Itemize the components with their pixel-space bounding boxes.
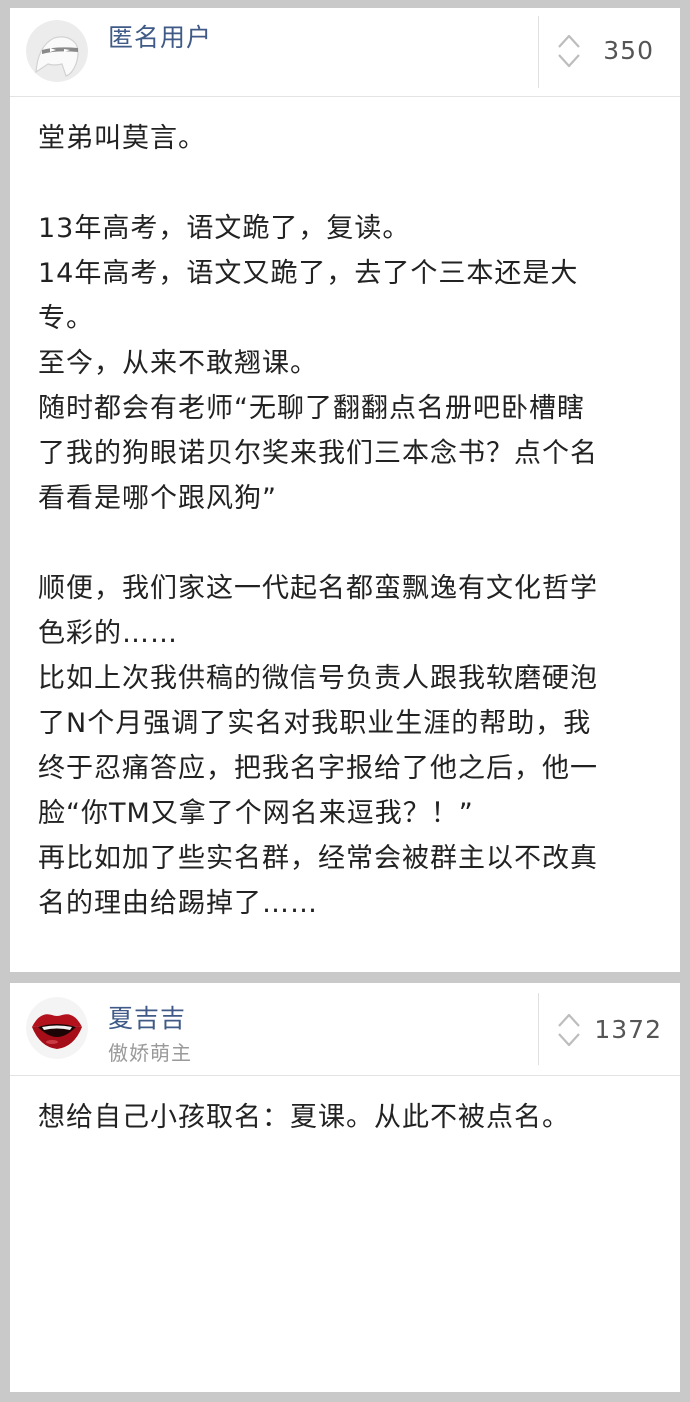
content-line: 专。: [38, 303, 94, 334]
content-line: 想给自己小孩取名：夏课。从此不被点名。: [38, 1102, 570, 1133]
author-name[interactable]: 夏吉吉: [108, 999, 186, 1035]
answer-header: 匿名用户 350: [10, 8, 680, 97]
content-line: 随时都会有老师“无聊了翻翻点名册吧卧槽瞎: [38, 393, 585, 424]
content-line: 了N个月强调了实名对我职业生涯的帮助，我: [38, 708, 592, 739]
content-line: 色彩的……: [38, 618, 178, 649]
content-blank-line: [38, 521, 660, 566]
content-line: 再比如加了些实名群，经常会被群主以不改真: [38, 843, 598, 874]
content-line: 比如上次我供稿的微信号负责人跟我软磨硬泡: [38, 663, 598, 694]
answer-card-1: 匿名用户 350 堂弟叫莫言。 13年高考，语文跪了，复读。 14年高考，语文又…: [10, 8, 680, 972]
content-line: 名的理由给踢掉了……: [38, 888, 318, 919]
content-line: 13年高考，语文跪了，复读。: [38, 213, 411, 244]
vote-count: 350: [603, 36, 654, 65]
divider: [538, 16, 539, 88]
answer-card-2: 夏吉吉 傲娇萌主 1372 想给自己小孩取名：夏课。从此不被点名。: [10, 983, 680, 1392]
divider: [538, 993, 539, 1065]
content-line: 14年高考，语文又跪了，去了个三本还是大: [38, 258, 579, 289]
vote-up-down-icon[interactable]: [556, 1011, 582, 1049]
content-line: 了我的狗眼诺贝尔奖来我们三本念书？点个名: [38, 438, 598, 469]
red-lips-avatar[interactable]: [26, 997, 88, 1059]
vote-up-down-icon[interactable]: [556, 32, 582, 70]
content-blank-line: [38, 161, 660, 206]
answer-header: 夏吉吉 傲娇萌主 1372: [10, 983, 680, 1076]
content-line: 看看是哪个跟风狗”: [38, 483, 277, 514]
author-title: 傲娇萌主: [108, 1041, 192, 1065]
answer-content: 想给自己小孩取名：夏课。从此不被点名。: [38, 1095, 660, 1140]
author-name[interactable]: 匿名用户: [108, 18, 212, 54]
anonymous-avatar[interactable]: [26, 20, 88, 82]
content-line: 至今，从来不敢翘课。: [38, 348, 318, 379]
content-line: 终于忍痛答应，把我名字报给了他之后，他一: [38, 753, 598, 784]
content-line: 脸“你TM又拿了个网名来逗我？！”: [38, 798, 474, 829]
vote-count: 1372: [594, 1015, 662, 1044]
answer-content: 堂弟叫莫言。 13年高考，语文跪了，复读。 14年高考，语文又跪了，去了个三本还…: [38, 116, 660, 926]
content-line: 堂弟叫莫言。: [38, 123, 206, 154]
content-line: 顺便，我们家这一代起名都蛮飘逸有文化哲学: [38, 573, 598, 604]
